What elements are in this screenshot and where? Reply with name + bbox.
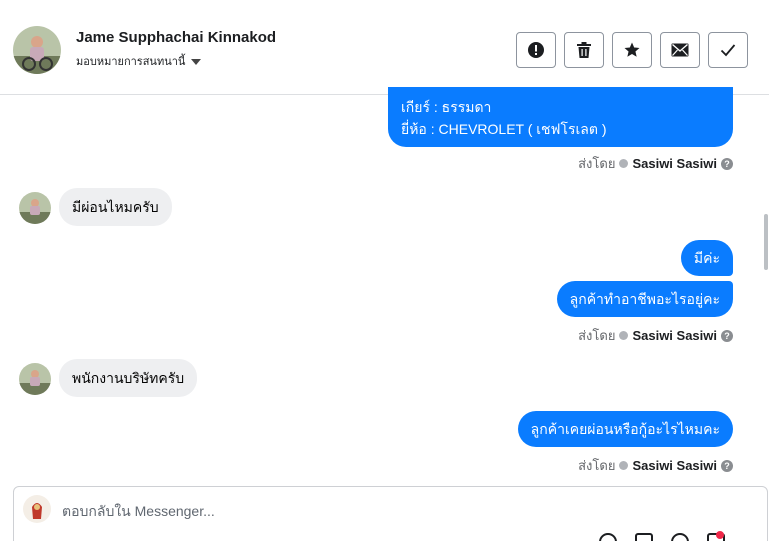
report-icon [528,42,544,58]
reply-composer [13,486,768,541]
trash-icon [577,42,591,58]
help-icon[interactable]: ? [721,329,733,342]
contact-avatar[interactable] [13,26,61,74]
sender-name[interactable]: Sasiwi Sasiwi [632,156,717,171]
mark-unread-button[interactable] [660,32,700,68]
star-icon [624,42,640,57]
message-line: เกียร์ : ธรรมดา [401,99,492,115]
sender-name[interactable]: Sasiwi Sasiwi [632,458,717,473]
sent-by-info: ส่งโดย Sasiwi Sasiwi ? [578,153,733,174]
composer-tools [599,533,725,541]
notification-dot [716,531,724,539]
sent-by-label: ส่งโดย [578,458,616,473]
envelope-icon [671,43,689,57]
help-icon[interactable]: ? [721,459,733,472]
scrollbar-thumb[interactable] [764,214,768,270]
outgoing-message[interactable]: ลูกค้าเคยผ่อนหรือกู้อะไรไหมคะ [517,411,733,447]
sender-dot-icon [619,159,629,168]
sent-by-info: ส่งโดย Sasiwi Sasiwi ? [578,455,733,476]
assign-conversation-dropdown[interactable]: มอบหมายการสนทนานี้ [76,52,202,70]
star-button[interactable] [612,32,652,68]
header-actions [516,32,748,68]
page-avatar [23,495,51,523]
outgoing-message[interactable]: มีค่ะ [680,240,733,276]
sender-name[interactable]: Sasiwi Sasiwi [632,328,717,343]
contact-avatar-small [19,192,51,224]
sender-dot-icon [619,331,629,340]
message-line: ยี่ห้อ : CHEVROLET ( เชฟโรเลต ) [401,121,607,137]
sent-by-label: ส่งโดย [578,156,616,171]
message-scrollbar[interactable] [763,96,769,476]
reply-input[interactable] [62,499,562,523]
incoming-message[interactable]: พนักงานบริษัทครับ [59,359,198,397]
sent-by-info: ส่งโดย Sasiwi Sasiwi ? [578,325,733,346]
delete-button[interactable] [564,32,604,68]
conversation-header: Jame Supphachai Kinnakod มอบหมายการสนทนา… [0,0,769,95]
contact-name[interactable]: Jame Supphachai Kinnakod [76,29,276,46]
contact-avatar-small [19,363,51,395]
help-icon[interactable]: ? [721,157,733,170]
attach-icon[interactable] [599,533,617,541]
emoji-icon[interactable] [671,533,689,541]
sender-dot-icon [619,461,629,470]
incoming-message[interactable]: มีผ่อนไหมครับ [59,188,172,226]
image-icon[interactable] [635,533,653,541]
outgoing-message[interactable]: ลูกค้าทำอาชีพอะไรอยู่คะ [556,281,733,317]
outgoing-message[interactable]: เกียร์ : ธรรมดา ยี่ห้อ : CHEVROLET ( เชฟ… [388,87,733,147]
report-button[interactable] [516,32,556,68]
caret-down-icon [191,58,202,65]
check-icon [720,44,736,57]
assign-label: มอบหมายการสนทนานี้ [76,56,186,68]
sent-by-label: ส่งโดย [578,328,616,343]
mark-done-button[interactable] [708,32,748,68]
